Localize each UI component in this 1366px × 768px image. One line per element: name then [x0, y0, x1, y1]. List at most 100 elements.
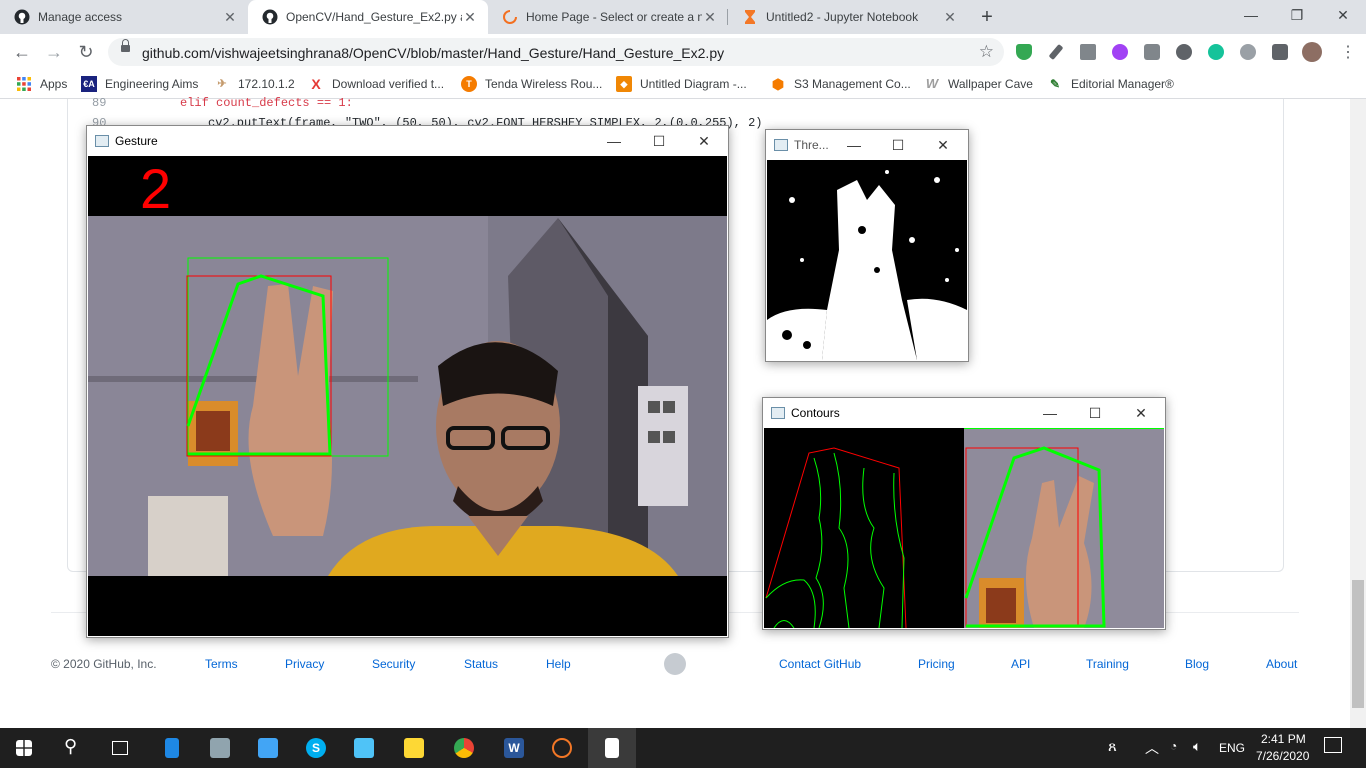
- phone-app-icon: [165, 738, 179, 758]
- close-tab-icon[interactable]: ✕: [222, 9, 238, 26]
- search-button[interactable]: ⚲: [48, 728, 96, 768]
- volume-icon[interactable]: 🔈︎: [1193, 738, 1201, 755]
- minimize-button[interactable]: —: [1228, 0, 1274, 30]
- footer-link-contact[interactable]: Contact GitHub: [779, 657, 861, 671]
- tab-jupyter[interactable]: Untitled2 - Jupyter Notebook ✕: [728, 0, 968, 34]
- clock-time[interactable]: 2:41 PM: [1261, 732, 1306, 746]
- bookmark-tenda[interactable]: T Tenda Wireless Rou...: [461, 76, 602, 92]
- contours-window[interactable]: Contours — ☐ ✕: [762, 397, 1166, 630]
- close-window-button[interactable]: ✕: [1320, 0, 1366, 30]
- wifi-icon[interactable]: ◔: [1170, 739, 1177, 753]
- footer-link-terms[interactable]: Terms: [205, 657, 238, 671]
- minimize-button[interactable]: —: [600, 129, 628, 153]
- footer-link-privacy[interactable]: Privacy: [285, 657, 324, 671]
- jupyter-icon: [552, 738, 572, 758]
- bookmark-apps[interactable]: Apps: [16, 76, 67, 92]
- close-tab-icon[interactable]: ✕: [462, 9, 478, 26]
- aws-cube-icon: ⬢: [771, 76, 785, 92]
- taskbar-app-notepad[interactable]: [588, 728, 636, 768]
- people-icon[interactable]: ጸ: [1108, 738, 1117, 755]
- threshold-frame: [767, 160, 967, 360]
- purple-extension-icon[interactable]: [1112, 44, 1128, 60]
- maximize-button[interactable]: ☐: [645, 129, 673, 153]
- puzzle-extensions-icon[interactable]: [1272, 44, 1288, 60]
- minimize-button[interactable]: —: [840, 133, 868, 157]
- threshold-window[interactable]: Thre... — ☐ ✕: [765, 129, 969, 362]
- taskbar-app-chrome[interactable]: [440, 728, 488, 768]
- document-icon: [605, 738, 619, 758]
- github-logo-icon[interactable]: [664, 653, 686, 675]
- circle-extension-icon[interactable]: [1176, 44, 1192, 60]
- taskbar-app-jupyter[interactable]: [538, 728, 586, 768]
- gesture-window[interactable]: Gesture — ☐ ✕ 2: [86, 125, 729, 638]
- close-button[interactable]: ✕: [929, 133, 957, 157]
- taskbar-app-file-explorer[interactable]: [390, 728, 438, 768]
- tab-manage-access[interactable]: Manage access ✕: [0, 0, 248, 34]
- reload-button[interactable]: ↻: [74, 40, 98, 64]
- bookmark-engineering-aims[interactable]: €A Engineering Aims: [81, 76, 198, 92]
- x-logo-icon: X: [311, 76, 321, 92]
- taskbar-app-skype[interactable]: S: [292, 728, 340, 768]
- footer-link-about[interactable]: About: [1266, 657, 1297, 671]
- window-titlebar[interactable]: Gesture — ☐ ✕: [87, 126, 728, 156]
- scrollbar-thumb[interactable]: [1352, 580, 1364, 708]
- bookmark-download-verified[interactable]: X Download verified t...: [308, 76, 444, 92]
- clock-date[interactable]: 7/26/2020: [1256, 749, 1309, 763]
- taskbar-app-computer[interactable]: [340, 728, 388, 768]
- maximize-button[interactable]: ☐: [1081, 401, 1109, 425]
- shield-extension-icon[interactable]: [1016, 44, 1032, 60]
- close-tab-icon[interactable]: ✕: [702, 9, 718, 26]
- bookmark-editorial-manager[interactable]: ✎ Editorial Manager®: [1047, 76, 1174, 92]
- gray-square-extension-icon[interactable]: [1144, 44, 1160, 60]
- eyedropper-extension-icon[interactable]: [1048, 43, 1064, 61]
- show-hidden-icons-icon[interactable]: ︿: [1145, 738, 1159, 758]
- taskbar-app-photos[interactable]: [196, 728, 244, 768]
- footer-link-status[interactable]: Status: [464, 657, 498, 671]
- bookmark-172-10-1-2[interactable]: ✈ 172.10.1.2: [214, 76, 294, 92]
- menu-kebab-icon[interactable]: ⋮: [1340, 42, 1356, 62]
- start-button[interactable]: [0, 728, 48, 768]
- bookmark-label: S3 Management Co...: [794, 77, 911, 91]
- footer-link-help[interactable]: Help: [546, 657, 571, 671]
- footer-link-security[interactable]: Security: [372, 657, 415, 671]
- close-button[interactable]: ✕: [690, 129, 718, 153]
- taskbar-app-control-panel[interactable]: [244, 728, 292, 768]
- bicycle-extension-icon[interactable]: [1240, 44, 1256, 60]
- minimize-button[interactable]: —: [1036, 401, 1064, 425]
- forward-button[interactable]: →: [42, 40, 66, 64]
- footer-link-blog[interactable]: Blog: [1185, 657, 1209, 671]
- folder-icon: [404, 738, 424, 758]
- close-tab-icon[interactable]: ✕: [942, 9, 958, 26]
- loading-spinner-icon: [503, 10, 517, 24]
- grammarly-icon[interactable]: [1208, 44, 1224, 60]
- new-tab-button[interactable]: +: [976, 6, 998, 28]
- bookmark-star-icon[interactable]: ☆: [979, 42, 994, 62]
- maximize-button[interactable]: ☐: [884, 133, 912, 157]
- taskbar-app-calculator[interactable]: [148, 728, 196, 768]
- url-text[interactable]: github.com/vishwajeetsinghrana8/OpenCV/b…: [142, 45, 724, 61]
- line-number: 89: [92, 96, 107, 110]
- tab-opencv-hand-gesture[interactable]: OpenCV/Hand_Gesture_Ex2.py at ✕: [248, 0, 488, 34]
- bookmark-wallpaper-cave[interactable]: W Wallpaper Cave: [924, 76, 1033, 92]
- tab-home-page[interactable]: Home Page - Select or create a n ✕: [488, 0, 728, 34]
- restore-button[interactable]: ❐: [1274, 0, 1320, 30]
- bookmark-s3[interactable]: ⬢ S3 Management Co...: [770, 76, 911, 92]
- tab-title: Home Page - Select or create a n: [526, 10, 702, 24]
- window-titlebar[interactable]: Thre... — ☐ ✕: [766, 130, 968, 160]
- action-center-icon[interactable]: [1324, 737, 1342, 753]
- taskbar-app-word[interactable]: W: [490, 728, 538, 768]
- task-view-button[interactable]: [96, 728, 144, 768]
- window-titlebar[interactable]: Contours — ☐ ✕: [763, 398, 1165, 428]
- address-bar[interactable]: github.com/vishwajeetsinghrana8/OpenCV/b…: [108, 38, 1004, 66]
- footer-link-training[interactable]: Training: [1086, 657, 1129, 671]
- footer-link-pricing[interactable]: Pricing: [918, 657, 955, 671]
- footer-link-api[interactable]: API: [1011, 657, 1030, 671]
- profile-avatar[interactable]: [1302, 42, 1322, 62]
- window-title: Contours: [791, 406, 840, 420]
- back-button[interactable]: ←: [10, 40, 34, 64]
- chart-extension-icon[interactable]: [1080, 44, 1096, 60]
- bookmark-untitled-diagram[interactable]: ◆ Untitled Diagram -...: [616, 76, 747, 92]
- close-button[interactable]: ✕: [1127, 401, 1155, 425]
- code-line: elif count_defects == 1:: [180, 96, 353, 110]
- language-indicator[interactable]: ENG: [1219, 741, 1245, 755]
